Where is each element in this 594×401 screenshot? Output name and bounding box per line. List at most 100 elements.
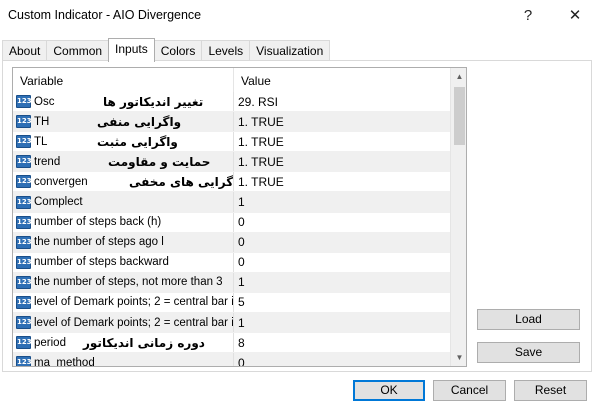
integer-type-icon: 123 (16, 135, 32, 149)
table-row[interactable]: 123 trend حمایت و مقاومت 1. TRUE (13, 152, 450, 173)
value-cell[interactable]: 1. TRUE (234, 155, 450, 169)
cancel-button[interactable]: Cancel (433, 380, 506, 401)
table-row[interactable]: 123 Osc تغییر اندیکاتور ها 29. RSI (13, 92, 450, 113)
tab-strip: About Common Inputs Colors Levels Visual… (2, 38, 331, 62)
value-cell[interactable]: 1. TRUE (234, 135, 450, 149)
table-row[interactable]: 123 number of steps back (h) 0 (13, 212, 450, 233)
tab-about[interactable]: About (2, 40, 48, 61)
integer-type-icon: 123 (16, 275, 32, 289)
integer-type-icon: 123 (16, 215, 32, 229)
tab-visualization[interactable]: Visualization (249, 40, 331, 61)
integer-type-icon: 123 (16, 255, 32, 269)
tab-common[interactable]: Common (46, 40, 110, 61)
title-bar: Custom Indicator - AIO Divergence ? ✕ (0, 0, 594, 31)
variable-name: the number of steps ago l (34, 236, 164, 249)
integer-type-icon: 123 (16, 175, 32, 189)
value-cell[interactable]: 5 (234, 295, 450, 309)
ok-button[interactable]: OK (353, 380, 425, 401)
value-cell[interactable]: 29. RSI (234, 95, 450, 109)
table-row[interactable]: 123 Complect 1 (13, 192, 450, 213)
table-row[interactable]: 123 level of Demark points; 2 = central b… (13, 292, 450, 314)
inputs-grid: Variable Value 123 Osc تغییر اندیکاتور ها 2… (12, 67, 467, 367)
variable-name: TL (34, 135, 48, 148)
help-icon[interactable]: ? (516, 4, 540, 26)
variable-cell: 123 the number of steps ago l (13, 232, 234, 252)
variable-cell: 123 Complect (13, 192, 234, 212)
integer-type-icon: 123 (16, 295, 32, 309)
value-cell[interactable]: 1 (234, 316, 450, 330)
variable-name: number of steps backward (34, 256, 169, 269)
variable-name: convergen (34, 175, 88, 188)
value-cell[interactable]: 0 (234, 235, 450, 249)
variable-cell: 123 the number of steps, not more than 3 (13, 272, 234, 292)
save-button[interactable]: Save (477, 342, 580, 363)
column-header-variable[interactable]: Variable (13, 68, 234, 92)
integer-type-icon: 123 (16, 195, 32, 209)
integer-type-icon: 123 (16, 336, 32, 350)
table-row[interactable]: 123 ma_method 0 (13, 353, 450, 367)
table-row[interactable]: 123 the number of steps ago l0 (13, 232, 450, 253)
variable-name: level of Demark points; 2 = central bar … (34, 296, 234, 309)
value-cell[interactable]: 1 (234, 195, 450, 209)
variable-cell: 123 period دوره زمانی اندیکاتور (13, 333, 234, 353)
variable-cell: 123 level of Demark points; 2 = central b… (13, 313, 234, 333)
variable-cell: 123 number of steps back (h) (13, 212, 234, 232)
variable-cell: 123 number of steps backward (13, 252, 234, 272)
integer-type-icon: 123 (16, 155, 32, 169)
value-cell[interactable]: 0 (234, 356, 450, 366)
grid-header: Variable Value (13, 68, 450, 92)
persian-annotation: واگرایی مثبت (97, 134, 178, 149)
variable-cell: 123 trend حمایت و مقاومت (13, 152, 234, 172)
variable-name: the number of steps, not more than 3 (34, 276, 223, 289)
variable-cell: 123 Osc تغییر اندیکاتور ها (13, 92, 234, 112)
variable-cell: 123 TL واگرایی مثبت (13, 132, 234, 152)
grid-rows: 123 Osc تغییر اندیکاتور ها 29. RSI 123 TH واگر… (13, 92, 450, 367)
variable-cell: 123 convergen واگرایی های مخفی (13, 172, 234, 192)
variable-cell: 123 ma_method (13, 353, 234, 367)
variable-name: Osc (34, 95, 55, 108)
table-row[interactable]: 123 convergen واگرایی های مخفی 1. TRUE (13, 172, 450, 193)
column-header-value[interactable]: Value (234, 68, 450, 92)
tab-inputs[interactable]: Inputs (108, 38, 155, 62)
scroll-down-icon[interactable]: ▼ (451, 349, 466, 366)
tab-colors[interactable]: Colors (153, 40, 203, 61)
value-cell[interactable]: 1. TRUE (234, 115, 450, 129)
integer-type-icon: 123 (16, 356, 32, 366)
table-row[interactable]: 123 level of Demark points; 2 = central b… (13, 313, 450, 334)
persian-annotation: واگرایی منفی (97, 114, 182, 129)
integer-type-icon: 123 (16, 316, 32, 330)
integer-type-icon: 123 (16, 235, 32, 249)
table-row[interactable]: 123 TH واگرایی منفی 1. TRUE (13, 112, 450, 133)
load-button[interactable]: Load (477, 309, 580, 330)
reset-button[interactable]: Reset (514, 380, 587, 401)
integer-type-icon: 123 (16, 115, 32, 129)
variable-name: number of steps back (h) (34, 216, 162, 229)
window-title: Custom Indicator - AIO Divergence (8, 8, 202, 22)
persian-annotation: تغییر اندیکاتور ها (103, 94, 204, 109)
variable-cell: 123 level of Demark points; 2 = central b… (13, 292, 234, 313)
value-cell[interactable]: 0 (234, 215, 450, 229)
variable-name: trend (34, 155, 61, 168)
variable-cell: 123 TH واگرایی منفی (13, 112, 234, 132)
table-row[interactable]: 123 TL واگرایی مثبت 1. TRUE (13, 132, 450, 153)
variable-name: level of Demark points; 2 = central bar … (34, 316, 234, 329)
persian-annotation: دوره زمانی اندیکاتور (83, 335, 205, 350)
table-row[interactable]: 123 number of steps backward 0 (13, 252, 450, 273)
persian-annotation: واگرایی های مخفی (129, 174, 234, 189)
value-cell[interactable]: 1 (234, 275, 450, 289)
close-icon[interactable]: ✕ (563, 4, 587, 26)
scroll-up-icon[interactable]: ▲ (451, 68, 466, 85)
table-row[interactable]: 123 the number of steps, not more than 31 (13, 272, 450, 293)
value-cell[interactable]: 8 (234, 336, 450, 350)
integer-type-icon: 123 (16, 95, 32, 109)
variable-name: period (34, 336, 66, 349)
value-cell[interactable]: 0 (234, 255, 450, 269)
table-row[interactable]: 123 period دوره زمانی اندیکاتور 8 (13, 333, 450, 354)
vertical-scrollbar[interactable]: ▲ ▼ (450, 68, 466, 366)
scroll-thumb[interactable] (454, 87, 465, 145)
variable-name: TH (34, 115, 50, 128)
value-cell[interactable]: 1. TRUE (234, 175, 450, 189)
tab-levels[interactable]: Levels (201, 40, 251, 61)
variable-name: ma_method (34, 356, 95, 367)
persian-annotation: حمایت و مقاومت (108, 154, 211, 169)
